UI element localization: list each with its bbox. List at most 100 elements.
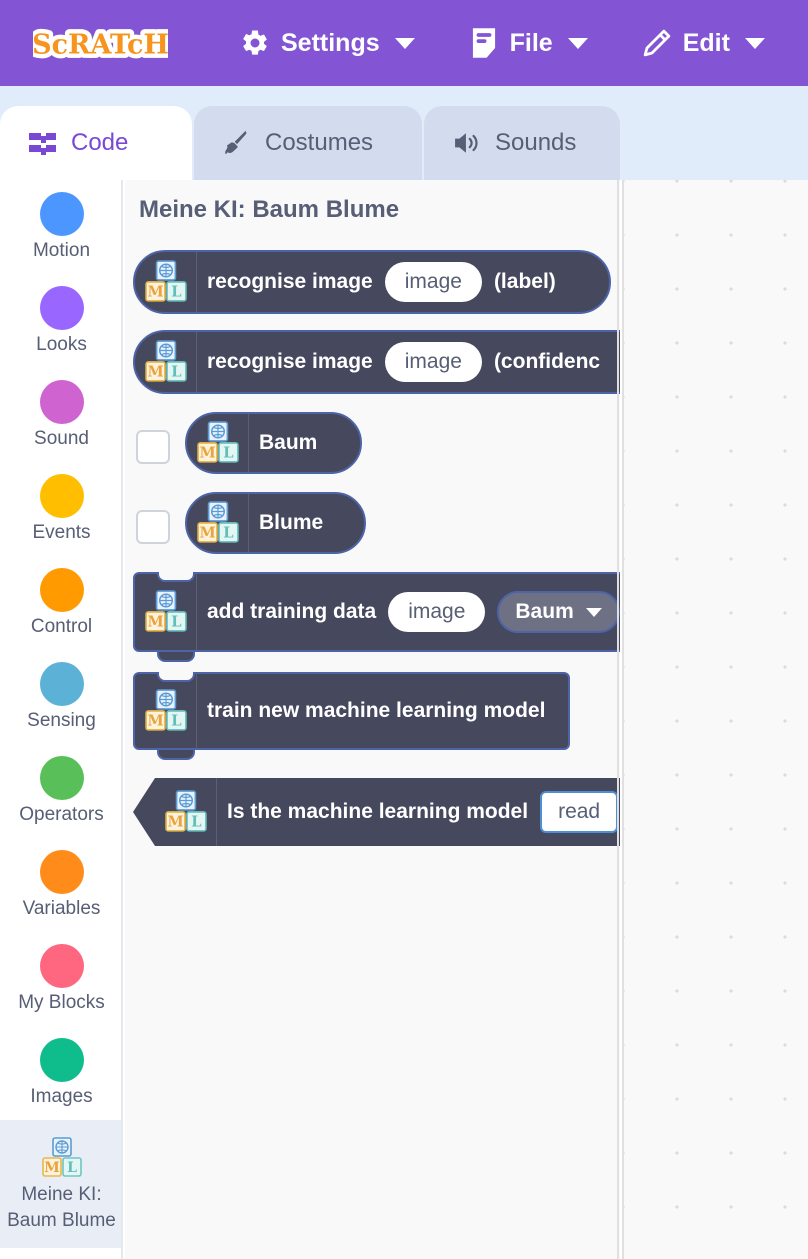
images-color-dot [39,1038,84,1083]
variables-color-dot [39,850,84,895]
block-recognise-image-confidence[interactable]: M L recognise image image (confidenc [133,330,620,394]
block-notch-bottom [157,652,195,662]
sidebar-item-meine-ki-label-line2: Baum Blume [7,1210,116,1231]
svg-text:L: L [191,814,201,831]
block-train-new-model[interactable]: M L train new machine learning model [133,672,570,760]
block-label: add training data [207,600,377,623]
block-content: recognise image image (confidenc [197,342,610,382]
chevron-down-icon[interactable] [744,37,765,49]
sidebar-item-motion[interactable]: Motion [0,180,121,274]
ml-blocks-icon: M L [187,414,249,472]
scratch-logo-fill: ScRATcH [33,30,168,61]
svg-text:L: L [67,1160,77,1176]
tab-sounds-label: Sounds [495,129,577,156]
sidebar-item-control[interactable]: Control [0,556,121,650]
pencil-icon [642,28,672,58]
my-blocks-color-dot [39,944,84,989]
block-palette[interactable]: Meine KI: Baum Blume M L recognise image… [125,180,620,1259]
svg-text:M: M [167,814,183,831]
control-color-dot [39,568,84,613]
tab-code[interactable]: Code [0,106,192,180]
status-dropdown[interactable]: read [540,791,619,833]
image-input[interactable]: image [384,342,482,382]
block-label: train new machine learning model [207,699,546,722]
svg-text:M: M [199,445,215,462]
code-workspace-canvas[interactable] [622,180,808,1259]
sidebar-item-looks[interactable]: Looks [0,274,121,368]
block-content: train new machine learning model [197,699,555,723]
motion-color-dot [39,192,84,237]
tab-strip: Code Costumes Sounds [0,86,808,180]
block-label-baum[interactable]: M L Baum [185,412,362,474]
block-category-sidebar: Motion Looks Sound Events Control Sensin… [0,180,123,1259]
speaker-icon [452,130,482,156]
ml-blocks-icon: M L [135,332,197,392]
label-dropdown[interactable]: Baum [497,591,620,633]
image-input[interactable]: image [388,592,486,632]
block-label: Blume [259,511,324,534]
ml-blocks-icon: M L [40,1136,84,1180]
checkbox-baum[interactable] [136,430,170,464]
tab-costumes[interactable]: Costumes [194,106,422,180]
block-label: recognise image [207,350,373,373]
menu-edit[interactable]: Edit [636,0,771,86]
sidebar-item-meine-ki[interactable]: M L Meine KI: Baum Blume [0,1120,121,1248]
block-add-training-data[interactable]: M L add training data image Baum [133,572,620,662]
block-label: recognise image [207,270,373,293]
svg-text:M: M [147,364,163,381]
block-suffix: (label) [493,270,556,293]
block-suffix: (confidenc [493,350,601,373]
ml-blocks-icon: M L [155,778,217,846]
sidebar-item-variables[interactable]: Variables [0,838,121,932]
file-icon [469,27,499,59]
svg-text:M: M [44,1160,60,1176]
svg-text:L: L [171,364,181,381]
sidebar-item-images-label: Images [30,1086,93,1108]
chevron-down-icon[interactable] [394,37,415,49]
sidebar-item-images[interactable]: Images [0,1026,121,1120]
block-content: Baum [249,431,327,455]
sidebar-item-events-label: Events [32,522,91,544]
block-notch-top [157,672,195,682]
block-recognise-image-label[interactable]: M L recognise image image (label) [133,250,611,314]
ml-blocks-icon: M L [187,494,249,552]
menu-file[interactable]: File [463,0,594,86]
sidebar-item-operators-label: Operators [19,804,104,826]
sidebar-item-sensing[interactable]: Sensing [0,650,121,744]
sidebar-item-operators[interactable]: Operators [0,744,121,838]
block-content: Is the machine learning model read [217,791,620,833]
block-label-blume[interactable]: M L Blume [185,492,366,554]
sound-color-dot [39,380,84,425]
svg-text:L: L [171,713,181,730]
palette-divider [617,180,619,1259]
sidebar-item-my-blocks[interactable]: My Blocks [0,932,121,1026]
tab-code-label: Code [71,129,129,156]
label-dropdown-value: Baum [515,600,574,623]
block-is-model-ready[interactable]: M L Is the machine learning model read [133,778,620,846]
ml-blocks-icon: M L [135,574,197,650]
sidebar-item-sound[interactable]: Sound [0,368,121,462]
svg-text:L: L [171,284,181,301]
sensing-color-dot [39,662,84,707]
menu-settings[interactable]: Settings [234,0,421,86]
sidebar-item-sensing-label: Sensing [27,710,96,732]
sidebar-item-events[interactable]: Events [0,462,121,556]
editor-body: Motion Looks Sound Events Control Sensin… [0,180,808,1259]
svg-text:M: M [199,525,215,542]
menu-edit-label: Edit [682,28,730,57]
ml-blocks-icon: M L [135,674,197,748]
svg-text:L: L [223,525,233,542]
svg-text:M: M [147,713,163,730]
paintbrush-icon [222,128,252,158]
image-input[interactable]: image [384,262,482,302]
ml-blocks-icon: M L [135,252,197,312]
tab-sounds[interactable]: Sounds [424,106,620,180]
block-content: add training data image Baum [197,591,620,633]
gear-icon [240,28,270,58]
checkbox-blume[interactable] [136,510,170,544]
chevron-down-icon[interactable] [567,37,588,49]
operators-color-dot [39,756,84,801]
scratch-logo[interactable]: ScRATcH ScRATcH [33,16,168,70]
block-label: Baum [259,431,318,454]
sidebar-item-motion-label: Motion [32,240,91,262]
